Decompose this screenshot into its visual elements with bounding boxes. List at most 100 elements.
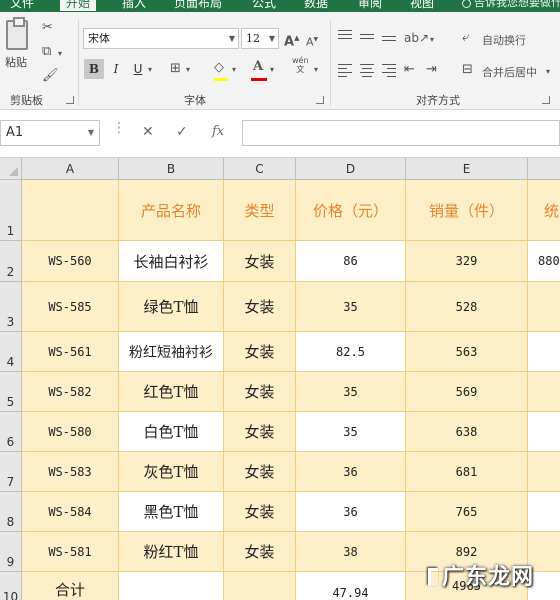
decrease-indent-icon[interactable]: ⇤ — [404, 62, 415, 78]
cell-d3[interactable]: 35 — [296, 282, 406, 332]
cell-e1[interactable]: 销量（件） — [406, 180, 528, 241]
row-header-2[interactable]: 2 — [0, 241, 22, 282]
cell-b8[interactable]: 黑色T恤 — [119, 492, 224, 532]
row-header-9[interactable]: 9 — [0, 532, 22, 572]
cell-a10[interactable]: 合计 — [22, 572, 119, 600]
chevron-down-icon[interactable]: ▾ — [546, 64, 550, 80]
column-header-f[interactable] — [528, 158, 560, 180]
bold-button[interactable]: B — [84, 59, 104, 79]
chevron-down-icon[interactable]: ▾ — [430, 32, 434, 48]
cell-a5[interactable]: WS-582 — [22, 372, 119, 412]
cell-e5[interactable]: 569 — [406, 372, 528, 412]
cell-b4[interactable]: 粉红短袖衬衫 — [119, 332, 224, 372]
row-header-1[interactable]: 1 — [0, 180, 22, 241]
clipboard-launcher-icon[interactable] — [66, 96, 74, 104]
column-header-e[interactable]: E — [406, 158, 528, 180]
tab-review[interactable]: 审阅 — [358, 0, 382, 11]
align-left-icon[interactable] — [338, 64, 352, 77]
cell-e8[interactable]: 765 — [406, 492, 528, 532]
cell-b3[interactable]: 绿色T恤 — [119, 282, 224, 332]
cell-d9[interactable]: 38 — [296, 532, 406, 572]
cell-f6[interactable] — [528, 412, 560, 452]
cell-c9[interactable]: 女装 — [224, 532, 296, 572]
cell-a9[interactable]: WS-581 — [22, 532, 119, 572]
cell-e7[interactable]: 681 — [406, 452, 528, 492]
name-box[interactable]: A1 ▼ — [0, 120, 100, 146]
align-center-icon[interactable] — [360, 64, 374, 77]
increase-font-icon[interactable]: A▲ — [284, 30, 299, 50]
row-header-5[interactable]: 5 — [0, 372, 22, 412]
cell-f5[interactable] — [528, 372, 560, 412]
font-size-select[interactable]: 12 ▼ — [241, 28, 279, 49]
tab-file[interactable]: 文件 — [10, 0, 34, 11]
cell-c4[interactable]: 女装 — [224, 332, 296, 372]
borders-icon[interactable]: ⊞ — [170, 61, 181, 77]
tab-home[interactable]: 开始 — [60, 0, 97, 11]
font-launcher-icon[interactable] — [316, 96, 324, 104]
chevron-down-icon[interactable]: ▾ — [232, 62, 236, 78]
cell-a2[interactable]: WS-560 — [22, 241, 119, 282]
insert-function-button[interactable]: fx — [212, 124, 224, 139]
copy-dropdown-icon[interactable]: ▾ — [58, 46, 62, 62]
align-top-icon[interactable] — [338, 30, 352, 42]
decrease-font-icon[interactable]: A▼ — [306, 32, 318, 51]
cell-b7[interactable]: 灰色T恤 — [119, 452, 224, 492]
row-header-10[interactable]: 10 — [0, 572, 22, 600]
row-header-3[interactable]: 3 — [0, 282, 22, 332]
italic-button[interactable]: I — [106, 59, 126, 79]
row-header-8[interactable]: 8 — [0, 492, 22, 532]
cell-e3[interactable]: 528 — [406, 282, 528, 332]
cell-d7[interactable]: 36 — [296, 452, 406, 492]
cell-f7[interactable] — [528, 452, 560, 492]
align-right-icon[interactable] — [382, 64, 396, 77]
cell-b10[interactable] — [119, 572, 224, 600]
cut-icon[interactable]: ✂ — [42, 20, 53, 36]
select-all-button[interactable] — [0, 158, 22, 180]
wrap-text-button[interactable]: 自动换行 — [482, 32, 526, 48]
orientation-icon[interactable]: ab↗ — [404, 30, 429, 46]
alignment-launcher-icon[interactable] — [542, 96, 550, 104]
tab-view[interactable]: 视图 — [410, 0, 434, 11]
align-middle-icon[interactable] — [360, 32, 374, 44]
cell-f4[interactable] — [528, 332, 560, 372]
underline-button[interactable]: U — [128, 59, 148, 79]
phonetic-guide-icon[interactable]: wén 文 — [292, 56, 309, 74]
cell-f1[interactable]: 统 — [528, 180, 560, 241]
cell-d4[interactable]: 82.5 — [296, 332, 406, 372]
cell-b6[interactable]: 白色T恤 — [119, 412, 224, 452]
cell-d5[interactable]: 35 — [296, 372, 406, 412]
cell-c1[interactable]: 类型 — [224, 180, 296, 241]
cell-a6[interactable]: WS-580 — [22, 412, 119, 452]
cell-c10[interactable] — [224, 572, 296, 600]
cancel-icon[interactable]: ✕ — [142, 124, 154, 140]
cell-d10[interactable]: 47.94 — [296, 572, 406, 600]
cell-b2[interactable]: 长袖白衬衫 — [119, 241, 224, 282]
chevron-down-icon[interactable]: ▾ — [148, 62, 152, 78]
cell-e2[interactable]: 329 — [406, 241, 528, 282]
tab-data[interactable]: 数据 — [304, 0, 328, 11]
tab-formulas[interactable]: 公式 — [252, 0, 276, 11]
paste-label[interactable]: 粘贴 — [5, 54, 27, 70]
cell-a4[interactable]: WS-561 — [22, 332, 119, 372]
cell-a1[interactable] — [22, 180, 119, 241]
column-header-c[interactable]: C — [224, 158, 296, 180]
cell-d6[interactable]: 35 — [296, 412, 406, 452]
cell-d8[interactable]: 36 — [296, 492, 406, 532]
row-header-4[interactable]: 4 — [0, 332, 22, 372]
cell-f2[interactable]: 880 — [528, 241, 560, 282]
merge-center-icon[interactable]: ⊟ — [462, 62, 473, 78]
copy-icon[interactable]: ⧉ — [42, 44, 51, 60]
tab-page-layout[interactable]: 页面布局 — [174, 0, 222, 11]
cell-e6[interactable]: 638 — [406, 412, 528, 452]
fill-color-icon[interactable]: ◇ — [214, 60, 224, 76]
cell-c3[interactable]: 女装 — [224, 282, 296, 332]
cell-d1[interactable]: 价格（元） — [296, 180, 406, 241]
format-painter-icon[interactable]: 🖌 — [42, 68, 59, 84]
cell-a8[interactable]: WS-584 — [22, 492, 119, 532]
cell-c8[interactable]: 女装 — [224, 492, 296, 532]
cell-b9[interactable]: 粉红T恤 — [119, 532, 224, 572]
column-header-b[interactable]: B — [119, 158, 224, 180]
cell-a7[interactable]: WS-583 — [22, 452, 119, 492]
font-color-icon[interactable]: A — [253, 59, 263, 75]
row-header-7[interactable]: 7 — [0, 452, 22, 492]
